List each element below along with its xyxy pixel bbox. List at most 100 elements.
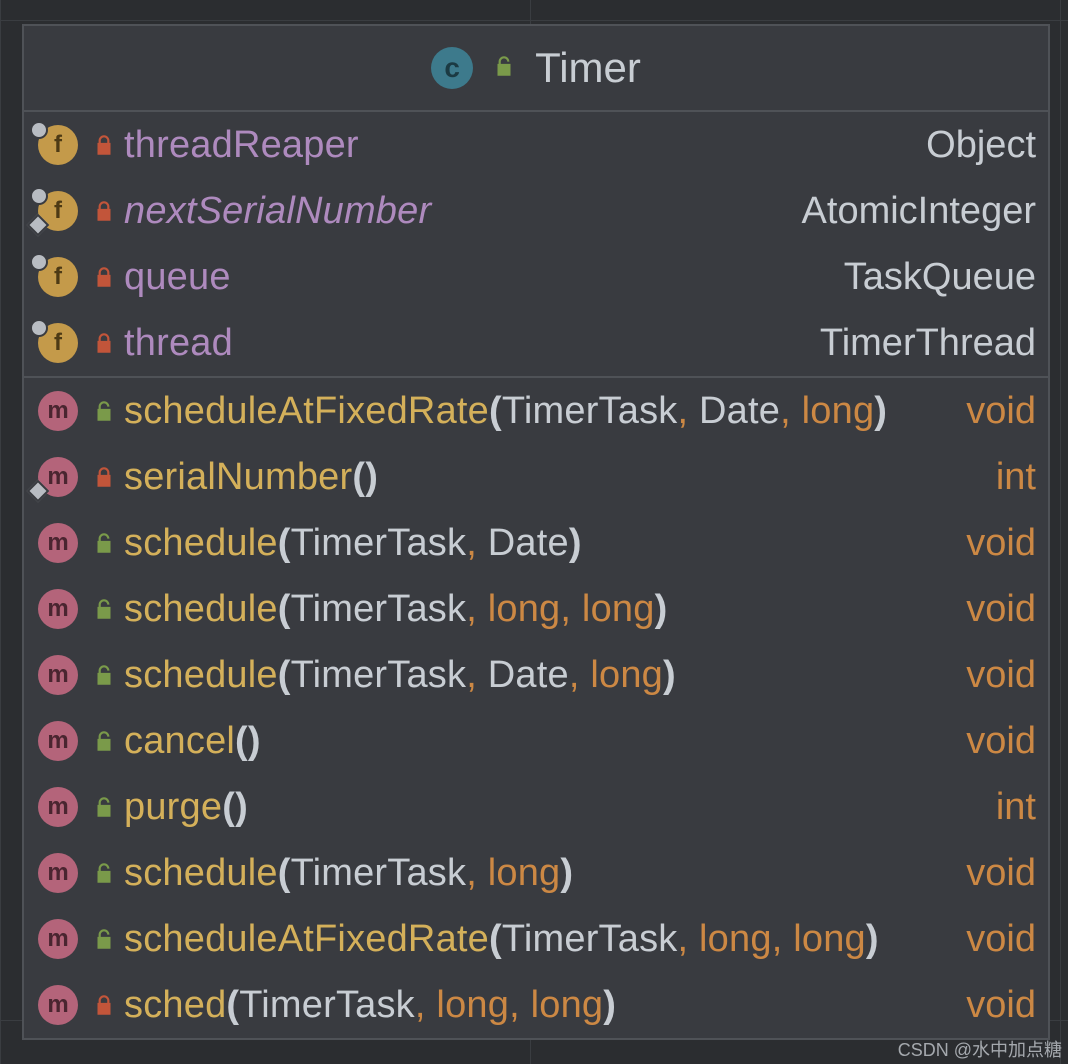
method-row[interactable]: m purge() int [24,774,1048,840]
method-kind-icon: m [32,853,84,893]
param-type: long [699,918,772,960]
close-paren: ) [365,456,378,498]
field-row[interactable]: f nextSerialNumber AtomicInteger [24,178,1048,244]
lock-icon [91,992,117,1018]
field-name: nextSerialNumber [124,190,431,233]
param-type: TimerTask [291,852,467,894]
param-type: long [802,390,875,432]
method-kind-icon: m [32,391,84,431]
comma: , [509,984,520,1026]
field-row[interactable]: f threadReaper Object [24,112,1048,178]
method-kind-icon: m [32,787,84,827]
method-return-type: void [966,588,1036,631]
method-kind-icon: m [32,721,84,761]
field-kind-icon: f [32,323,84,363]
method-row[interactable]: m serialNumber() int [24,444,1048,510]
method-access-icon [84,992,124,1018]
lock-icon [91,132,117,158]
open-paren: ( [226,984,239,1026]
method-badge: m [38,919,78,959]
method-signature: schedule(TimerTask, Date) [124,522,582,565]
field-access-icon [84,132,124,158]
fields-section: f threadReaper Object f nextSerialNumber… [24,112,1048,376]
method-return-type: int [996,786,1036,829]
method-name: sched [124,984,226,1026]
method-name: schedule [124,588,278,630]
unlock-icon [91,530,117,556]
method-row[interactable]: m sched(TimerTask, long, long) void [24,972,1048,1038]
lock-icon [91,330,117,356]
method-row[interactable]: m schedule(TimerTask, Date) void [24,510,1048,576]
method-access-icon [84,794,124,820]
field-name: thread [124,322,233,365]
method-badge: m [38,589,78,629]
param-type: TimerTask [502,918,678,960]
method-return-type: void [966,654,1036,697]
field-row[interactable]: f queue TaskQueue [24,244,1048,310]
close-paren: ) [655,588,668,630]
method-access-icon [84,464,124,490]
lock-icon [91,198,117,224]
field-row[interactable]: f thread TimerThread [24,310,1048,376]
method-row[interactable]: m schedule(TimerTask, long, long) void [24,576,1048,642]
param-type: long [793,918,866,960]
comma: , [569,654,580,696]
method-name: schedule [124,852,278,894]
class-header[interactable]: c Timer [24,26,1048,112]
method-badge: m [38,787,78,827]
methods-section: m scheduleAtFixedRate(TimerTask, Date, l… [24,376,1048,1038]
comma: , [678,918,689,960]
field-name: queue [124,256,231,299]
method-row[interactable]: m scheduleAtFixedRate(TimerTask, Date, l… [24,378,1048,444]
method-signature: schedule(TimerTask, long) [124,852,573,895]
lock-icon [91,464,117,490]
method-badge: m [38,721,78,761]
method-name: schedule [124,522,278,564]
method-kind-icon: m [32,589,84,629]
param-type: long [531,984,604,1026]
field-type: Object [926,124,1036,167]
open-paren: ( [489,390,502,432]
method-badge: m [38,853,78,893]
method-return-type: int [996,456,1036,499]
param-type: Date [488,654,569,696]
unlock-icon [91,794,117,820]
param-type: TimerTask [291,654,467,696]
unlock-icon [91,662,117,688]
field-type: TaskQueue [844,256,1036,299]
method-badge: m [38,985,78,1025]
method-access-icon [84,530,124,556]
pin-decorator-icon [30,187,48,205]
method-row[interactable]: m scheduleAtFixedRate(TimerTask, long, l… [24,906,1048,972]
open-paren: ( [352,456,365,498]
field-name: threadReaper [124,124,359,167]
field-kind-icon: f [32,125,84,165]
open-paren: ( [489,918,502,960]
unlock-icon [91,926,117,952]
method-access-icon [84,728,124,754]
method-row[interactable]: m cancel() void [24,708,1048,774]
method-name: cancel [124,720,235,762]
param-type: long [488,588,561,630]
class-structure-panel: c Timer f threadReaper Object f next [22,24,1050,1040]
method-row[interactable]: m schedule(TimerTask, long) void [24,840,1048,906]
method-signature: serialNumber() [124,456,378,499]
method-access-icon [84,926,124,952]
field-access-icon [84,198,124,224]
method-row[interactable]: m schedule(TimerTask, Date, long) void [24,642,1048,708]
field-type: TimerThread [820,322,1036,365]
class-icon: c [431,47,473,89]
method-signature: purge() [124,786,248,829]
open-paren: ( [278,522,291,564]
comma: , [772,918,783,960]
method-access-icon [84,398,124,424]
unlock-icon [91,860,117,886]
method-name: scheduleAtFixedRate [124,918,489,960]
class-title: Timer [535,44,641,92]
comma: , [466,852,477,894]
comma: , [466,588,477,630]
method-return-type: void [966,522,1036,565]
param-type: TimerTask [502,390,678,432]
method-return-type: void [966,720,1036,763]
method-access-icon [84,860,124,886]
